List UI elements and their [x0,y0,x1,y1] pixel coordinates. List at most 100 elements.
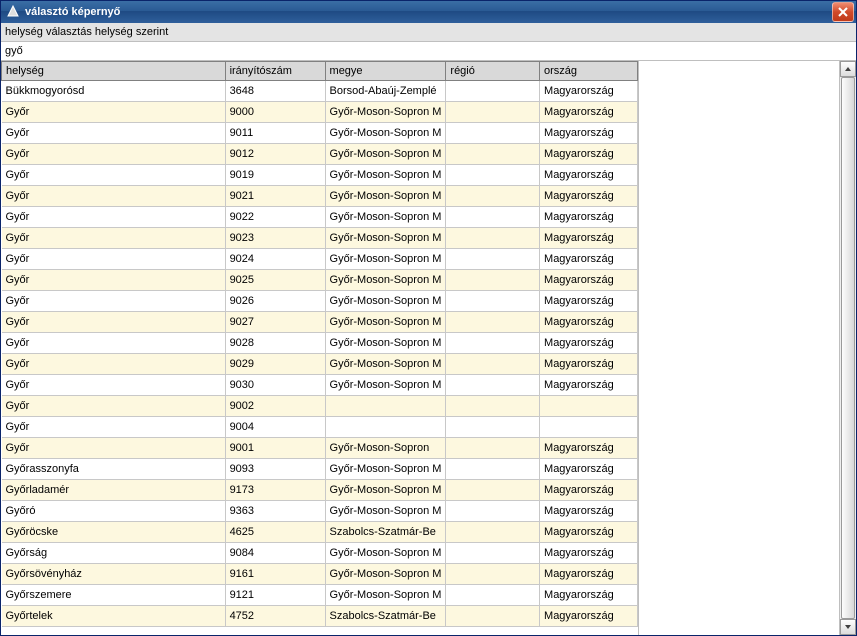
cell-megye: Győr-Moson-Sopron [325,438,446,459]
table-row[interactable]: Győr9000Győr-Moson-Sopron MMagyarország [2,102,638,123]
table-row[interactable]: Győrszemere9121Győr-Moson-Sopron MMagyar… [2,585,638,606]
table-row[interactable]: Győrság9084Győr-Moson-Sopron MMagyarorsz… [2,543,638,564]
search-input[interactable] [1,42,856,60]
cell-megye: Győr-Moson-Sopron M [325,102,446,123]
table-row[interactable]: Győrtelek4752Szabolcs-Szatmár-BeMagyaror… [2,606,638,627]
cell-orszag: Magyarország [540,564,638,585]
cell-iranyitoszam: 9028 [225,333,325,354]
cell-megye: Győr-Moson-Sopron M [325,270,446,291]
col-header-iranyitoszam[interactable]: irányítószám [225,62,325,81]
cell-orszag: Magyarország [540,375,638,396]
cell-iranyitoszam: 9012 [225,144,325,165]
table-row[interactable]: Győr9012Győr-Moson-Sopron MMagyarország [2,144,638,165]
titlebar: választó képernyő [1,1,856,23]
cell-helyseg: Győr [2,354,226,375]
cell-regio [446,312,540,333]
window-title: választó képernyő [25,6,832,18]
cell-helyseg: Győrasszonyfa [2,459,226,480]
close-button[interactable] [832,2,854,22]
cell-megye [325,396,446,417]
cell-megye: Győr-Moson-Sopron M [325,375,446,396]
cell-iranyitoszam: 9084 [225,543,325,564]
scroll-down-button[interactable] [840,619,856,635]
table-row[interactable]: Győr9022Győr-Moson-Sopron MMagyarország [2,207,638,228]
table-row[interactable]: Győr9027Győr-Moson-Sopron MMagyarország [2,312,638,333]
col-header-helyseg[interactable]: helység [2,62,226,81]
cell-iranyitoszam: 4625 [225,522,325,543]
cell-helyseg: Bükkmogyorósd [2,81,226,102]
cell-megye: Borsod-Abaúj-Zemplé [325,81,446,102]
cell-helyseg: Győr [2,102,226,123]
table-row[interactable]: Győr9028Győr-Moson-Sopron MMagyarország [2,333,638,354]
results-table: helység irányítószám megye régió ország … [1,61,638,627]
table-row[interactable]: Győr9011Győr-Moson-Sopron MMagyarország [2,123,638,144]
cell-megye: Győr-Moson-Sopron M [325,228,446,249]
cell-megye: Szabolcs-Szatmár-Be [325,606,446,627]
col-header-regio[interactable]: régió [446,62,540,81]
table-row[interactable]: Győrsövényház9161Győr-Moson-Sopron MMagy… [2,564,638,585]
table-row[interactable]: Győr9019Győr-Moson-Sopron MMagyarország [2,165,638,186]
cell-regio [446,81,540,102]
cell-regio [446,144,540,165]
scroll-thumb[interactable] [841,77,855,619]
table-row[interactable]: Győr9021Győr-Moson-Sopron MMagyarország [2,186,638,207]
cell-orszag: Magyarország [540,123,638,144]
table-row[interactable]: Győröcske4625Szabolcs-Szatmár-BeMagyaror… [2,522,638,543]
cell-regio [446,186,540,207]
cell-helyseg: Győr [2,312,226,333]
cell-orszag: Magyarország [540,543,638,564]
cell-megye: Szabolcs-Szatmár-Be [325,522,446,543]
table-row[interactable]: Győrasszonyfa9093Győr-Moson-Sopron MMagy… [2,459,638,480]
table-row[interactable]: Győr9023Győr-Moson-Sopron MMagyarország [2,228,638,249]
cell-megye: Győr-Moson-Sopron M [325,459,446,480]
window-frame: választó képernyő helység választás hely… [0,0,857,636]
cell-helyseg: Győr [2,123,226,144]
table-row[interactable]: Győró9363Győr-Moson-Sopron MMagyarország [2,501,638,522]
cell-iranyitoszam: 9002 [225,396,325,417]
cell-helyseg: Győr [2,186,226,207]
table-row[interactable]: Győr9030Győr-Moson-Sopron MMagyarország [2,375,638,396]
cell-helyseg: Győr [2,144,226,165]
cell-iranyitoszam: 9027 [225,312,325,333]
table-row[interactable]: Bükkmogyorósd3648Borsod-Abaúj-ZempléMagy… [2,81,638,102]
cell-iranyitoszam: 9026 [225,291,325,312]
table-row[interactable]: Győr9029Győr-Moson-Sopron MMagyarország [2,354,638,375]
cell-regio [446,501,540,522]
cell-orszag: Magyarország [540,102,638,123]
cell-helyseg: Győrsövényház [2,564,226,585]
table-row[interactable]: Győr9026Győr-Moson-Sopron MMagyarország [2,291,638,312]
cell-megye [325,417,446,438]
table-wrap: helység irányítószám megye régió ország … [1,61,639,635]
table-row[interactable]: Győr9024Győr-Moson-Sopron MMagyarország [2,249,638,270]
table-row[interactable]: Győr9002 [2,396,638,417]
cell-iranyitoszam: 3648 [225,81,325,102]
cell-iranyitoszam: 4752 [225,606,325,627]
table-row[interactable]: Győr9025Győr-Moson-Sopron MMagyarország [2,270,638,291]
cell-iranyitoszam: 9363 [225,501,325,522]
subheader-text: helység választás helység szerint [5,26,168,38]
col-header-megye[interactable]: megye [325,62,446,81]
col-header-orszag[interactable]: ország [540,62,638,81]
cell-regio [446,249,540,270]
cell-orszag: Magyarország [540,480,638,501]
cell-helyseg: Győröcske [2,522,226,543]
cell-helyseg: Győr [2,270,226,291]
cell-orszag: Magyarország [540,354,638,375]
table-row[interactable]: Győr9001Győr-Moson-SopronMagyarország [2,438,638,459]
scroll-up-button[interactable] [840,61,856,77]
cell-regio [446,333,540,354]
right-empty-pane [639,61,839,635]
cell-helyseg: Győr [2,417,226,438]
cell-regio [446,165,540,186]
vertical-scrollbar[interactable] [839,61,856,635]
cell-iranyitoszam: 9029 [225,354,325,375]
scroll-track[interactable] [840,77,856,619]
cell-regio [446,564,540,585]
cell-iranyitoszam: 9161 [225,564,325,585]
cell-orszag: Magyarország [540,312,638,333]
table-row[interactable]: Győr9004 [2,417,638,438]
cell-helyseg: Győrság [2,543,226,564]
table-row[interactable]: Győrladamér9173Győr-Moson-Sopron MMagyar… [2,480,638,501]
cell-helyseg: Győró [2,501,226,522]
cell-helyseg: Győr [2,249,226,270]
